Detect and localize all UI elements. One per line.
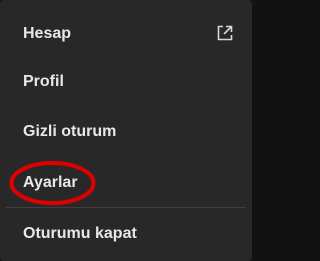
menu-item-label: Profil: [23, 73, 64, 90]
menu-item-oturumu-kapat[interactable]: Oturumu kapat: [6, 210, 246, 258]
menu-item-gizli-oturum[interactable]: Gizli oturum: [6, 108, 246, 156]
menu-item-label: Oturumu kapat: [23, 225, 137, 242]
menu-item-label: Gizli oturum: [23, 123, 117, 140]
account-dropdown-menu: Hesap Profil Gizli oturum Ayarlar Oturum…: [0, 0, 252, 261]
menu-item-profil[interactable]: Profil: [6, 58, 246, 106]
red-highlight-circle: [9, 161, 96, 205]
menu-item-label: Hesap: [23, 25, 72, 42]
external-link-icon: [217, 25, 233, 41]
menu-divider: [6, 207, 246, 208]
menu-item-hesap[interactable]: Hesap: [6, 10, 246, 58]
